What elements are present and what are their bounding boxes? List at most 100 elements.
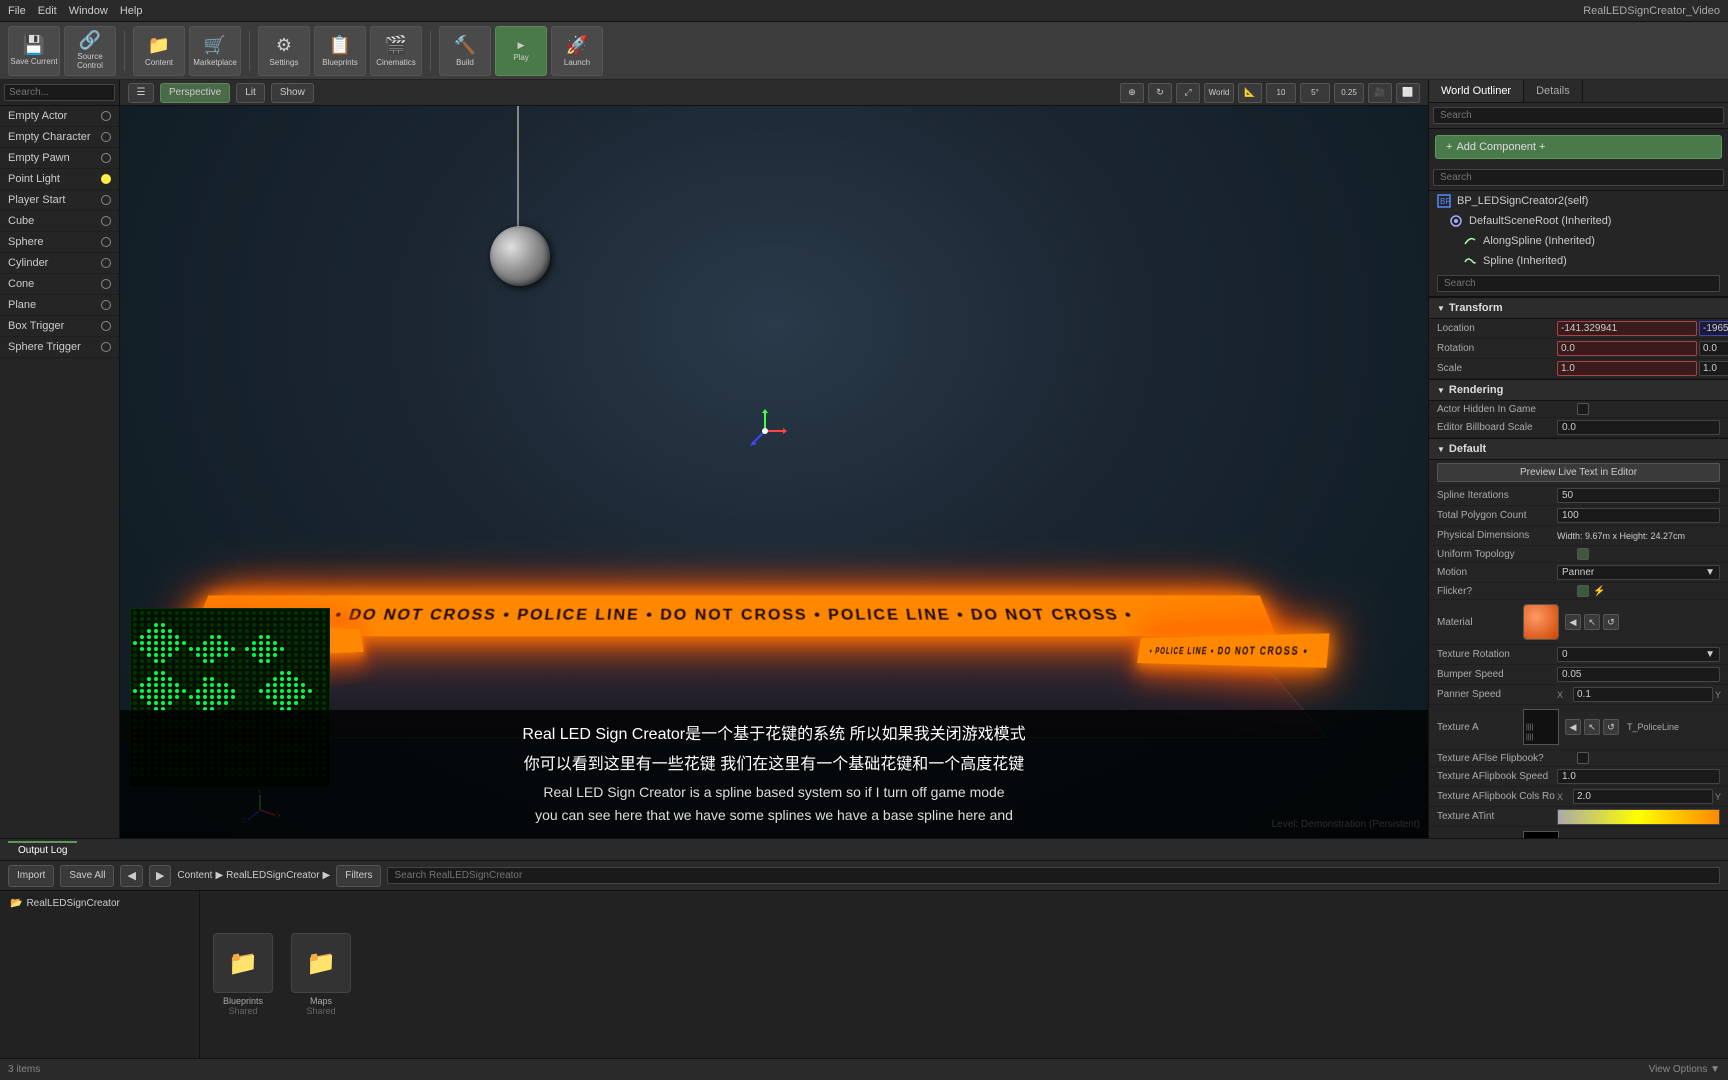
rotation-x-input[interactable] (1557, 341, 1697, 356)
surface-snap-button[interactable]: 📐 (1238, 83, 1262, 103)
settings-button[interactable]: ⚙ Settings (258, 26, 310, 76)
scale-button[interactable]: ⤢ (1176, 83, 1200, 103)
edit-menu[interactable]: Edit (38, 5, 57, 17)
material-browse-button[interactable]: ◀ (1565, 614, 1581, 630)
show-button[interactable]: Show (271, 83, 314, 103)
scale-snap-button[interactable]: 0.25 (1334, 83, 1364, 103)
actor-item-empty-character[interactable]: Empty Character (0, 127, 119, 148)
panner-x-input[interactable] (1573, 687, 1713, 702)
actor-item-cone[interactable]: Cone (0, 274, 119, 295)
grid-snap-button[interactable]: 10 (1266, 83, 1296, 103)
tab-details[interactable]: Details (1524, 80, 1583, 102)
texture-a-preview[interactable]: |||| |||| (1523, 709, 1559, 745)
file-menu[interactable]: File (8, 5, 26, 17)
launch-button[interactable]: 🚀 Launch (551, 26, 603, 76)
actor-item-cylinder[interactable]: Cylinder (0, 253, 119, 274)
actor-item-cube[interactable]: Cube (0, 211, 119, 232)
scale-x-input[interactable] (1557, 361, 1697, 376)
properties-search-input[interactable] (1437, 275, 1720, 292)
rotate-snap-button[interactable]: 5° (1300, 83, 1330, 103)
rendering-section-header[interactable]: ▼ Rendering (1429, 379, 1728, 401)
actor-item-empty-actor[interactable]: Empty Actor (0, 106, 119, 127)
filters-button[interactable]: Filters (336, 865, 381, 887)
location-x-input[interactable] (1557, 321, 1697, 336)
world-local-button[interactable]: World (1204, 83, 1234, 103)
flicker-checkbox[interactable] (1577, 585, 1589, 597)
polygon-count-input[interactable] (1557, 508, 1720, 523)
texture-a-flipbook-checkbox[interactable] (1577, 752, 1589, 764)
default-section-header[interactable]: ▼ Default (1429, 438, 1728, 460)
content-button[interactable]: 📁 Content (133, 26, 185, 76)
actor-item-sphere-trigger[interactable]: Sphere Trigger (0, 337, 119, 358)
perspective-mode-button[interactable]: Perspective (160, 83, 230, 103)
texture-a-reset-button[interactable]: ↺ (1603, 719, 1619, 735)
viewport-canvas[interactable]: • DO NOT CROSS • POLICE LINE • DO NOT CR… (120, 106, 1428, 838)
add-component-button[interactable]: + Add Component + (1435, 135, 1722, 159)
outliner-search-input[interactable] (1433, 107, 1724, 124)
location-y-input[interactable] (1699, 321, 1728, 336)
help-menu[interactable]: Help (120, 5, 143, 17)
texture-rotation-dropdown[interactable]: 0 ▼ (1557, 647, 1720, 662)
maximize-button[interactable]: ⬜ (1396, 83, 1420, 103)
actor-item-player-start[interactable]: Player Start (0, 190, 119, 211)
actor-search-input[interactable] (4, 84, 115, 101)
content-path-label[interactable]: Content (177, 870, 212, 881)
build-button[interactable]: 🔨 Build (439, 26, 491, 76)
actor-item-box-trigger[interactable]: Box Trigger (0, 316, 119, 337)
content-search-input[interactable] (387, 867, 1720, 884)
play-button[interactable]: ▶ Play (495, 26, 547, 76)
rotate-button[interactable]: ↻ (1148, 83, 1172, 103)
texture-a-speed-input[interactable] (1557, 769, 1720, 784)
component-default-scene-root[interactable]: DefaultSceneRoot (Inherited) (1429, 211, 1728, 231)
cb-tree-creator-item[interactable]: 📂 RealLEDSignCreator (4, 895, 195, 912)
material-reset-button[interactable]: ↺ (1603, 614, 1619, 630)
actor-hidden-checkbox[interactable] (1577, 403, 1589, 415)
texture-a-use-button[interactable]: ↖ (1584, 719, 1600, 735)
nav-forward-button[interactable]: ▶ (149, 865, 171, 887)
import-button[interactable]: Import (8, 865, 54, 887)
actor-item-plane[interactable]: Plane (0, 295, 119, 316)
camera-speed-button[interactable]: 🎥 (1368, 83, 1392, 103)
transform-section-header[interactable]: ▼ Transform (1429, 297, 1728, 319)
blueprints-button[interactable]: 📋 Blueprints (314, 26, 366, 76)
texture-a-browse-button[interactable]: ◀ (1565, 719, 1581, 735)
component-spline[interactable]: Spline (Inherited) (1429, 251, 1728, 271)
spline-iterations-input[interactable] (1557, 488, 1720, 503)
translate-button[interactable]: ⊕ (1120, 83, 1144, 103)
lit-mode-button[interactable]: Lit (236, 83, 265, 103)
output-log-tab[interactable]: Output Log (8, 841, 77, 858)
ta-cols-y-label: Y (1715, 792, 1728, 802)
window-menu[interactable]: Window (69, 5, 108, 17)
motion-dropdown[interactable]: Panner ▼ (1557, 565, 1720, 580)
actor-item-empty-pawn[interactable]: Empty Pawn (0, 148, 119, 169)
rotation-y-input[interactable] (1699, 341, 1728, 356)
texture-b-preview[interactable] (1523, 831, 1559, 838)
source-control-button[interactable]: 🔗 Source Control (64, 26, 116, 76)
cinematics-button[interactable]: 🎬 Cinematics (370, 26, 422, 76)
actor-item-sphere[interactable]: Sphere (0, 232, 119, 253)
bumper-speed-input[interactable] (1557, 667, 1720, 682)
billboard-scale-input[interactable] (1557, 420, 1720, 435)
cb-item-blueprints[interactable]: 📁 Blueprints Shared (208, 933, 278, 1016)
uniform-topology-label: Uniform Topology (1437, 549, 1577, 560)
save-current-button[interactable]: 💾 Save Current (8, 26, 60, 76)
marketplace-button[interactable]: 🛒 Marketplace (189, 26, 241, 76)
view-options-label[interactable]: View Options ▼ (1649, 1064, 1720, 1075)
nav-back-button[interactable]: ◀ (120, 865, 142, 887)
cb-item-maps[interactable]: 📁 Maps Shared (286, 933, 356, 1016)
uniform-topology-checkbox[interactable] (1577, 548, 1589, 560)
scale-y-input[interactable] (1699, 361, 1728, 376)
tab-world-outliner[interactable]: World Outliner (1429, 80, 1524, 102)
material-use-button[interactable]: ↖ (1584, 614, 1600, 630)
save-all-button[interactable]: Save All (60, 865, 114, 887)
material-preview-swatch[interactable] (1523, 604, 1559, 640)
preview-live-text-button[interactable]: Preview Live Text in Editor (1437, 463, 1720, 482)
viewport-options-button[interactable]: ☰ (128, 83, 154, 103)
texture-atint-gradient[interactable] (1557, 809, 1720, 825)
component-search-input[interactable] (1433, 169, 1724, 186)
component-along-spline[interactable]: AlongSpline (Inherited) (1429, 231, 1728, 251)
component-self[interactable]: BP BP_LEDSignCreator2(self) (1429, 191, 1728, 211)
actor-item-point-light[interactable]: Point Light (0, 169, 119, 190)
sublocation-label[interactable]: RealLEDSignCreator (226, 870, 319, 881)
texture-a-cols-x-input[interactable] (1573, 789, 1713, 804)
